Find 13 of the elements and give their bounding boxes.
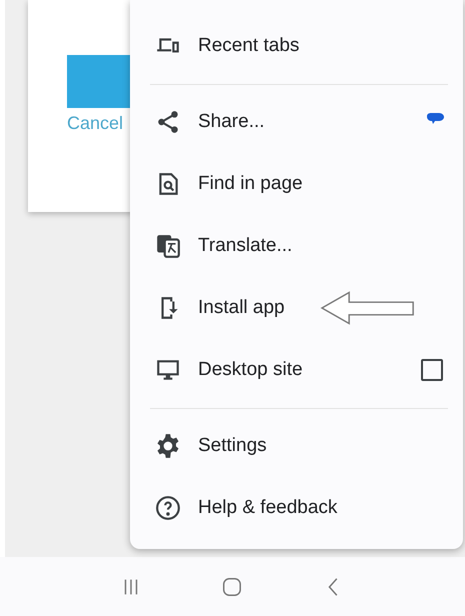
menu-item[interactable]: Translate... xyxy=(130,215,463,277)
menu-item[interactable]: Find in page xyxy=(130,153,463,215)
help-icon xyxy=(155,495,181,521)
translate-icon xyxy=(155,233,181,259)
menu-item[interactable]: Install app xyxy=(130,277,463,339)
menu-item[interactable]: Settings xyxy=(130,415,463,477)
menu-item[interactable]: Help & feedback xyxy=(130,477,463,539)
menu-item[interactable]: Desktop site xyxy=(130,339,463,401)
menu-item[interactable]: Share... xyxy=(130,91,463,153)
menu-item[interactable]: Recent tabs xyxy=(130,15,463,77)
settings-icon xyxy=(155,433,181,459)
home-icon[interactable] xyxy=(221,576,244,598)
checkbox[interactable] xyxy=(421,359,443,381)
